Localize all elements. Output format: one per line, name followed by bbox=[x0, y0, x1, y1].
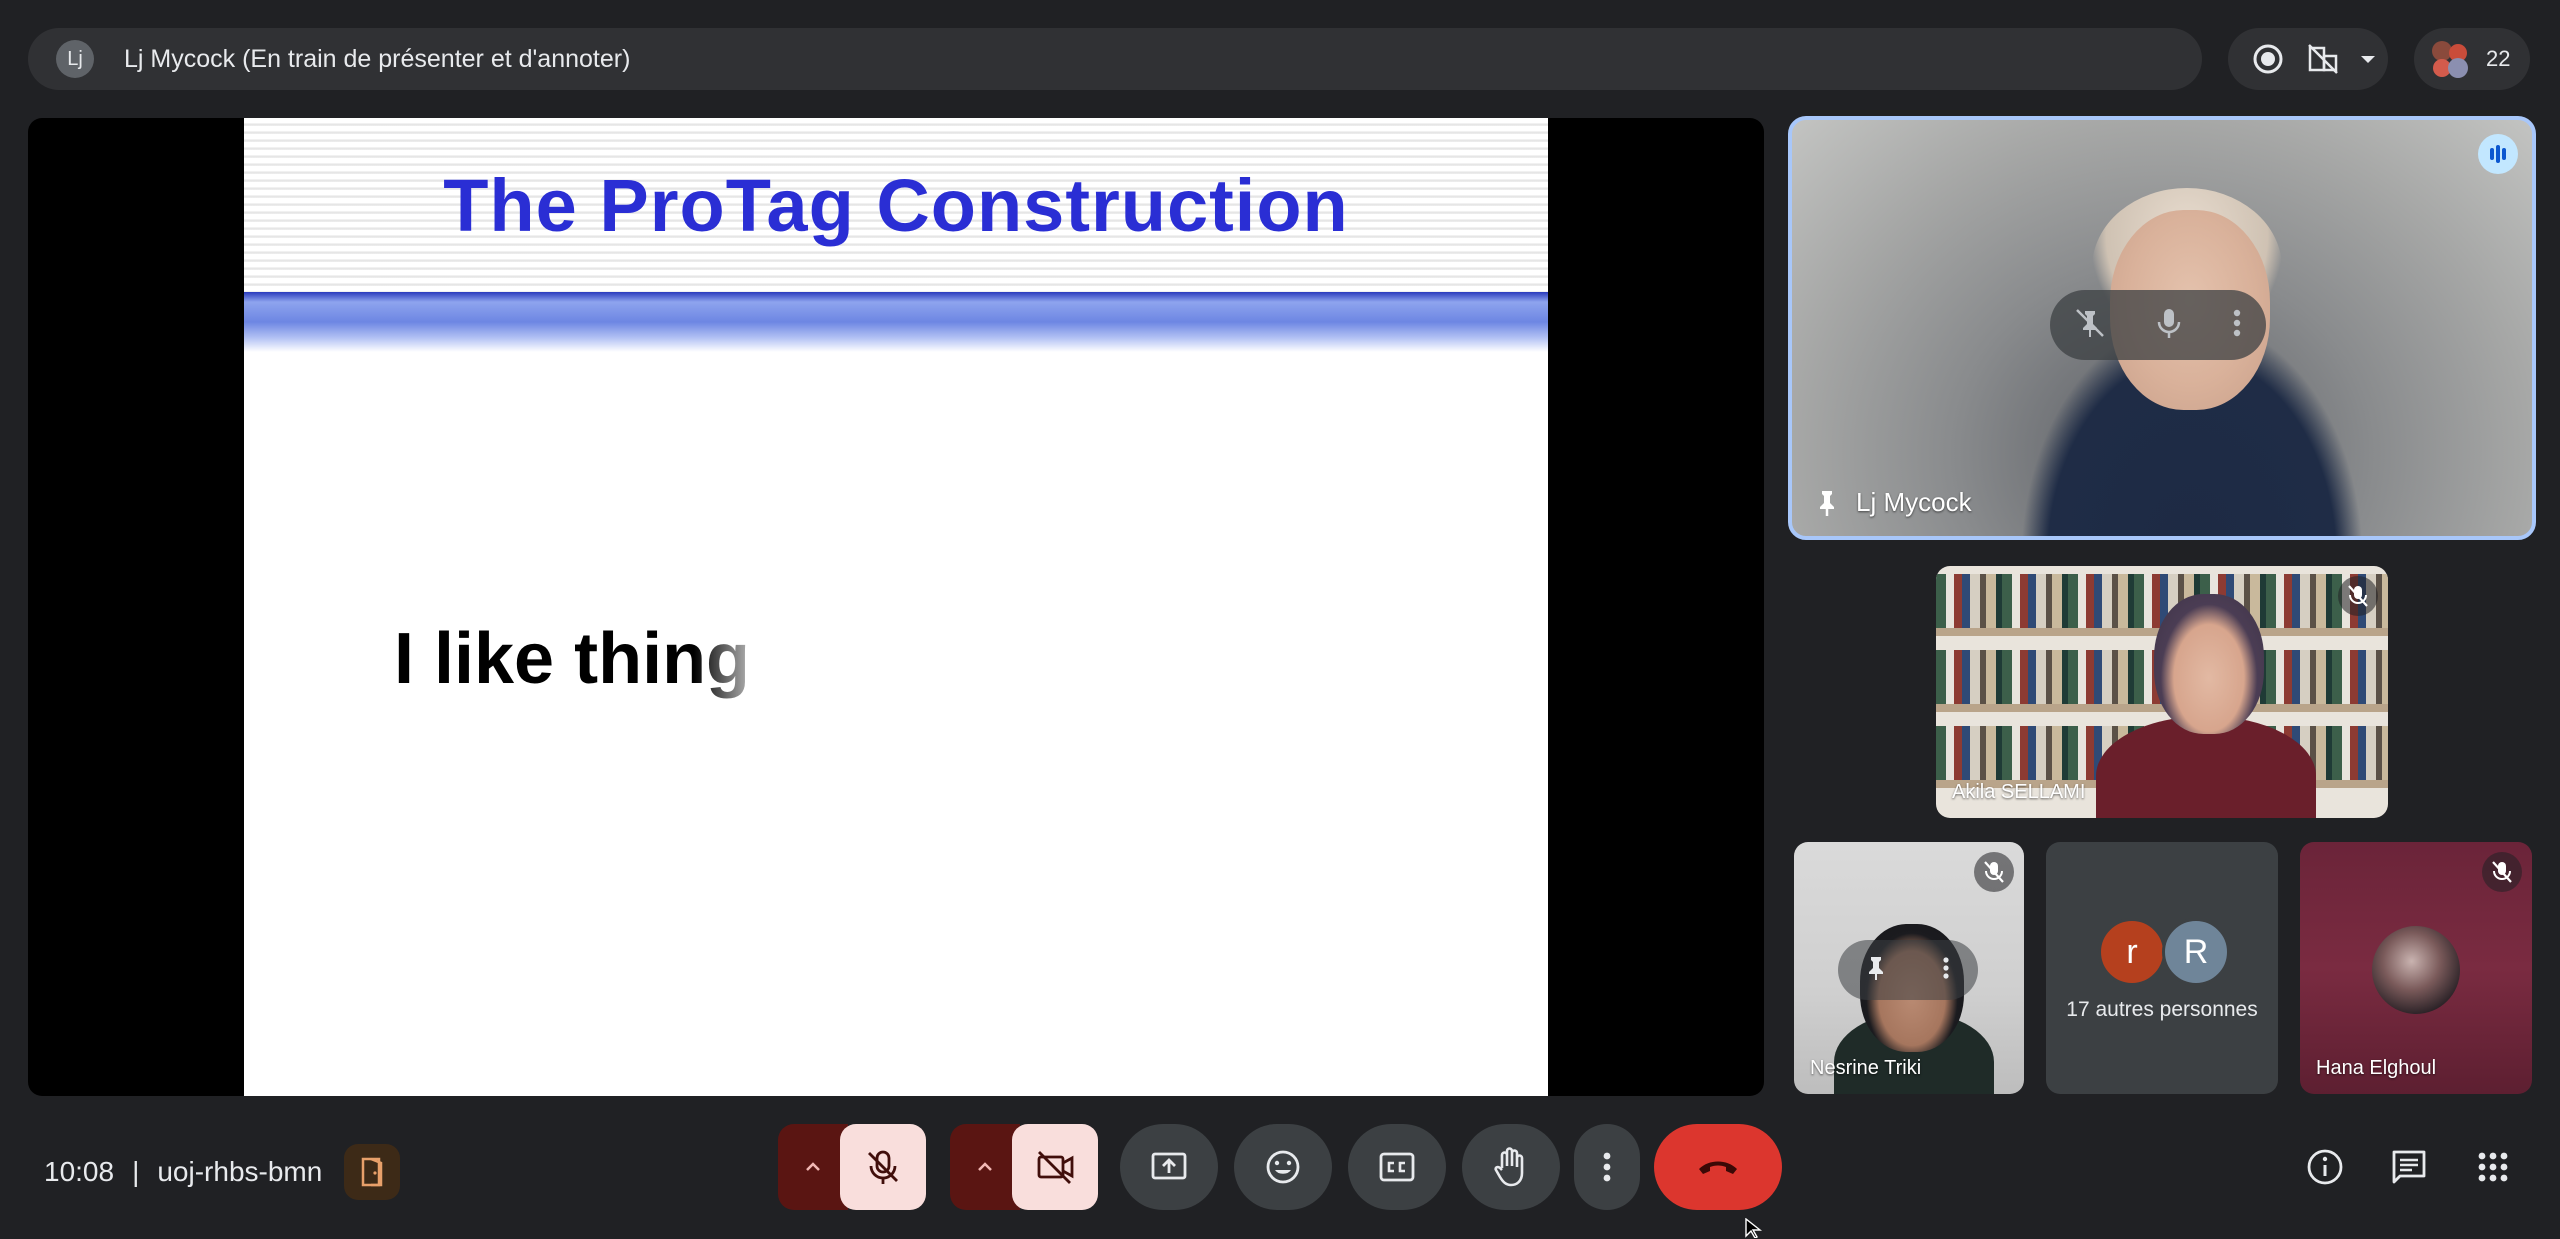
tile-hover-controls bbox=[2050, 290, 2266, 360]
meet-window: Lj Lj Mycock (En train de présenter et d… bbox=[0, 0, 2560, 1239]
mic-off-icon bbox=[868, 1150, 898, 1184]
meeting-code: uoj-rhbs-bmn bbox=[157, 1156, 323, 1187]
participant-name: Akila SELLAMI bbox=[1952, 781, 2086, 803]
call-end-icon bbox=[1699, 1161, 1737, 1174]
leave-call-button[interactable] bbox=[1654, 1124, 1782, 1210]
mic-off-icon bbox=[2482, 852, 2522, 892]
companion-mode-button[interactable] bbox=[344, 1144, 401, 1200]
presenter-status-text: Lj Mycock (En train de présenter et d'an… bbox=[124, 44, 631, 73]
participant-count: 22 bbox=[2486, 46, 2511, 71]
meeting-details-button[interactable] bbox=[2298, 1140, 2352, 1194]
presentation-stage[interactable]: The ProTag Construction I like thing bbox=[28, 118, 1764, 1096]
chevron-down-icon[interactable] bbox=[2349, 39, 2388, 79]
video-options-button[interactable] bbox=[950, 1124, 1020, 1210]
present-screen-button[interactable] bbox=[1120, 1124, 1218, 1210]
participant-name: Hana Elghoul bbox=[2316, 1057, 2437, 1079]
emoji-icon bbox=[1266, 1150, 1300, 1184]
participant-avatar: r bbox=[2098, 918, 2166, 986]
meeting-time: 10:08 bbox=[44, 1156, 115, 1187]
pin-icon bbox=[1820, 490, 1834, 516]
chevron-up-icon bbox=[806, 1162, 820, 1171]
participant-name: Nesrine Triki bbox=[1810, 1057, 1922, 1079]
chat-icon bbox=[2392, 1150, 2426, 1184]
mic-off-icon bbox=[2338, 576, 2378, 616]
captions-button[interactable] bbox=[1348, 1124, 1446, 1210]
closed-captions-icon bbox=[1379, 1152, 1415, 1182]
layout-off-icon[interactable] bbox=[2303, 39, 2342, 79]
apps-grid-icon bbox=[2478, 1152, 2508, 1182]
audio-options-button[interactable] bbox=[778, 1124, 848, 1210]
chevron-up-icon bbox=[978, 1162, 992, 1171]
separator: | bbox=[132, 1156, 140, 1187]
more-vert-icon bbox=[1603, 1152, 1611, 1182]
reactions-button[interactable] bbox=[1234, 1124, 1332, 1210]
meeting-info: 10:08 | uoj-rhbs-bmn bbox=[44, 1144, 401, 1200]
tile-hover-controls bbox=[1838, 940, 1978, 1000]
slide-title: The ProTag Construction bbox=[443, 163, 1349, 247]
participant-face bbox=[2154, 594, 2264, 734]
activities-button[interactable] bbox=[2466, 1140, 2520, 1194]
pin-icon[interactable] bbox=[1865, 955, 1887, 986]
microphone-control bbox=[778, 1124, 926, 1210]
more-options-button[interactable] bbox=[1574, 1124, 1640, 1210]
recording-tools bbox=[2228, 28, 2388, 90]
mouse-cursor-icon bbox=[1745, 1218, 1763, 1238]
presentation-slide: The ProTag Construction I like thing bbox=[244, 118, 1548, 1096]
mic-off-icon bbox=[1974, 852, 2014, 892]
presenter-avatar: Lj bbox=[56, 40, 94, 78]
toggle-microphone-button[interactable] bbox=[840, 1124, 926, 1210]
tile-other-participants[interactable]: r R 17 autres personnes bbox=[2046, 842, 2278, 1094]
speaking-indicator-icon bbox=[2478, 134, 2518, 174]
chat-button[interactable] bbox=[2382, 1140, 2436, 1194]
slide-header: The ProTag Construction bbox=[244, 118, 1548, 292]
unpin-icon[interactable] bbox=[2073, 306, 2107, 345]
camera-control bbox=[950, 1124, 1098, 1210]
presenter-banner[interactable]: Lj Lj Mycock (En train de présenter et d… bbox=[28, 28, 2202, 90]
tile-nesrine-triki[interactable]: Nesrine Triki bbox=[1794, 842, 2024, 1094]
more-options-icon[interactable] bbox=[2231, 306, 2243, 345]
present-screen-icon bbox=[1151, 1152, 1187, 1180]
raise-hand-icon bbox=[1494, 1147, 1524, 1187]
other-participant-avatars: r R bbox=[2098, 918, 2238, 988]
slide-decorative-band bbox=[244, 292, 1548, 352]
tile-lj-mycock[interactable]: Lj Mycock bbox=[1788, 116, 2536, 540]
tile-akila-sellami[interactable]: Akila SELLAMI bbox=[1936, 566, 2388, 818]
door-icon bbox=[362, 1157, 383, 1187]
participant-name: Lj Mycock bbox=[1814, 487, 1972, 518]
other-participants-label: 17 autres personnes bbox=[2066, 998, 2258, 1021]
raise-hand-button[interactable] bbox=[1462, 1124, 1560, 1210]
slide-body-text: I like thing bbox=[394, 619, 751, 699]
microphone-icon[interactable] bbox=[2154, 306, 2184, 345]
participant-name-label: Lj Mycock bbox=[1856, 487, 1972, 517]
tile-hana-elghoul[interactable]: Hana Elghoul bbox=[2300, 842, 2532, 1094]
participant-avatar bbox=[2372, 926, 2460, 1014]
camera-off-icon bbox=[1037, 1151, 1074, 1184]
participant-avatar: R bbox=[2162, 918, 2230, 986]
record-icon[interactable] bbox=[2248, 39, 2287, 79]
participants-button[interactable]: 22 bbox=[2414, 28, 2530, 90]
info-icon bbox=[2307, 1149, 2343, 1185]
toggle-camera-button[interactable] bbox=[1012, 1124, 1098, 1210]
more-options-icon[interactable] bbox=[1941, 955, 1951, 986]
participant-avatars-icon bbox=[2432, 41, 2468, 78]
